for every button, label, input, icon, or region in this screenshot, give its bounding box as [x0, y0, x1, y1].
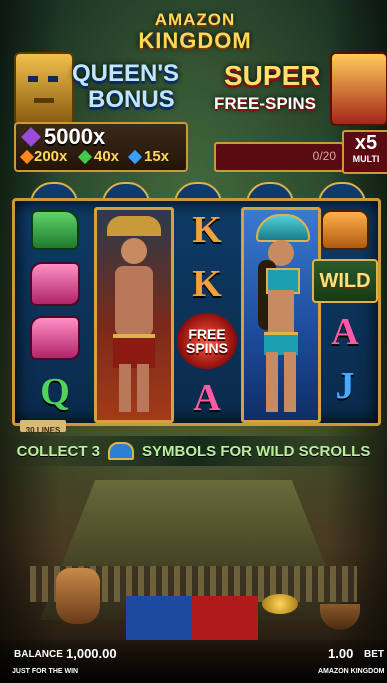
multiplier-value: x5 [354, 132, 378, 154]
queens-bonus-title-2: BONUS [88, 86, 175, 113]
pot-icon [56, 568, 100, 624]
red-idol-icon [330, 52, 387, 126]
blue-gem-icon [127, 149, 143, 165]
gold-idol-icon [14, 52, 74, 126]
wild-symbol-text: WILD [319, 269, 371, 292]
symbol-k-1: K [192, 209, 222, 251]
super-free-spins-panel: SUPER FREE-SPINS 0/20 x5 MULTI [208, 50, 387, 174]
free-spins-meter: 0/20 [214, 142, 344, 172]
purple-gem-icon [21, 127, 41, 147]
mask-orange-icon [314, 205, 376, 255]
mask-pink-icon [24, 259, 86, 309]
logo-line-1: AMAZON [154, 10, 236, 29]
free-spins-symbol: FREE SPINS [177, 313, 237, 369]
green-gem-icon [77, 149, 93, 165]
reel-column-1: Q [19, 201, 91, 423]
balance-label: BALANCE [14, 649, 63, 660]
gem-multiplier-green: 40x [94, 148, 120, 165]
max-multiplier: 5000x [44, 124, 106, 149]
info-banner: COLLECT 3 SYMBOLS FOR WILD SCROLLS [0, 436, 387, 466]
mask-green-icon [24, 205, 86, 255]
symbol-q: Q [40, 371, 70, 413]
info-banner-right: SYMBOLS FOR WILD SCROLLS [142, 442, 371, 460]
bet-label: BET [364, 649, 384, 660]
blue-gem-icon [108, 442, 134, 460]
game-logo: AMAZON KINGDOM [130, 10, 260, 54]
reel-grid[interactable]: Q K K FREE SPINS A WILD A J [12, 198, 381, 426]
game-name-label: AMAZON KINGDOM [318, 668, 385, 675]
multiplier-badge: x5 MULTI [342, 130, 387, 174]
bet-value[interactable]: 1.00 [328, 646, 353, 661]
multiplier-label: MULTI [352, 154, 380, 164]
balance-value: 1,000.00 [66, 646, 117, 661]
info-banner-left: COLLECT 3 [16, 442, 100, 460]
queens-bonus-panel: QUEEN'S BONUS 5000x 200x 40x 15x [6, 50, 188, 172]
tribal-mat-red [192, 596, 258, 640]
free-spins-symbol-text: FREE SPINS [185, 326, 228, 356]
free-spins-progress-text: 0/20 [312, 149, 336, 163]
gold-coins [262, 594, 298, 614]
orange-gem-icon [19, 149, 35, 165]
lines-label: 30 LINES [25, 426, 61, 435]
reel-column-3: K K FREE SPINS A [171, 201, 243, 423]
free-spins-title-1: SUPER [224, 60, 321, 91]
tribal-mat-blue [126, 596, 192, 640]
provider-label: JUST FOR THE WIN [12, 668, 79, 675]
game-screen: AMAZON KINGDOM QUEEN'S BONUS 5000x 200x … [0, 0, 387, 683]
queens-bonus-title-1: QUEEN'S [72, 60, 180, 87]
free-spins-title-2: FREE-SPINS [214, 94, 317, 113]
symbol-a-2: A [331, 311, 359, 353]
max-multiplier-box: 5000x 200x 40x 15x [14, 122, 188, 172]
mask-pink-icon [24, 313, 86, 363]
gem-multiplier-blue: 15x [144, 148, 170, 165]
lines-badge: 30 LINES [20, 420, 66, 435]
reel-column-5: WILD A J [309, 201, 381, 423]
symbol-j: J [335, 365, 355, 407]
symbol-a-1: A [193, 377, 221, 419]
warrior-expanded-symbol [94, 207, 174, 423]
gem-multiplier-orange: 200x [34, 148, 68, 165]
wild-symbol: WILD [312, 259, 378, 303]
symbol-k-2: K [192, 263, 222, 305]
